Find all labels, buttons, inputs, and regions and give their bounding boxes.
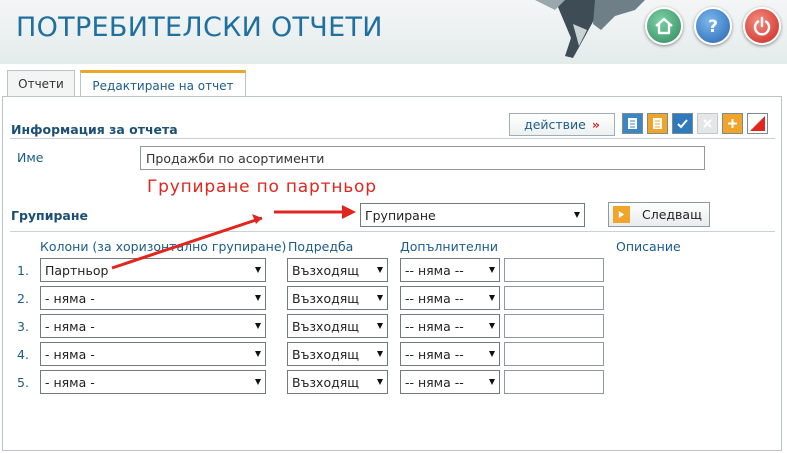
chevron-down-icon — [489, 267, 495, 273]
action-button[interactable]: действие » — [509, 113, 615, 136]
additional-select-value: -- няма -- — [405, 318, 464, 334]
column-select[interactable]: - няма - — [40, 370, 266, 394]
column-select[interactable]: Партньор — [40, 258, 266, 282]
row-number: 4. — [17, 347, 29, 362]
additional-select-value: -- няма -- — [405, 374, 464, 390]
chevron-down-icon — [255, 295, 261, 301]
additional-select-value: -- няма -- — [405, 346, 464, 362]
help-icon: ? — [708, 17, 718, 37]
description-input[interactable] — [504, 342, 604, 366]
grouping-select-value: Групиране — [365, 207, 436, 223]
chevron-down-icon — [377, 295, 383, 301]
bird-logo — [535, 0, 645, 58]
header-description: Описание — [616, 239, 681, 254]
help-button[interactable]: ? — [694, 7, 732, 45]
order-select[interactable]: Възходящ — [287, 286, 388, 310]
toolbar-clear-button[interactable] — [747, 113, 768, 134]
additional-select-value: -- няма -- — [405, 290, 464, 306]
column-select-value: Партньор — [45, 262, 109, 278]
svg-text:?: ? — [708, 17, 718, 37]
next-label: Следващ — [642, 207, 702, 222]
tab-reports[interactable]: Отчети — [7, 70, 75, 97]
power-icon — [753, 16, 771, 36]
power-button[interactable] — [743, 7, 781, 45]
chevron-down-icon — [255, 379, 261, 385]
order-select[interactable]: Възходящ — [287, 342, 388, 366]
row-number: 2. — [17, 291, 29, 306]
add-icon — [728, 119, 737, 128]
toolbar-close-button[interactable] — [697, 113, 718, 134]
order-select-value: Възходящ — [292, 290, 360, 306]
column-select[interactable]: - няма - — [40, 314, 266, 338]
app-header: ПОТРЕБИТЕЛСКИ ОТЧЕТИ ? — [0, 0, 787, 64]
tab-edit-report[interactable]: Редактиране на отчет — [80, 70, 246, 98]
order-select-value: Възходящ — [292, 318, 360, 334]
column-select-value: - няма - — [45, 374, 95, 390]
report-icon — [628, 118, 637, 129]
annotation-text: Групиране по партньор — [147, 177, 377, 197]
additional-select[interactable]: -- няма -- — [400, 314, 500, 338]
description-input[interactable] — [504, 314, 604, 338]
home-icon — [655, 17, 673, 35]
home-button[interactable] — [645, 7, 683, 45]
order-select-value: Възходящ — [292, 374, 360, 390]
chevron-down-icon — [489, 379, 495, 385]
column-select[interactable]: - няма - — [40, 342, 266, 366]
action-arrow: » — [591, 117, 600, 132]
chevron-down-icon — [377, 267, 383, 273]
column-select-value: - няма - — [45, 346, 95, 362]
grouping-label: Групиране — [11, 208, 88, 223]
row-number: 1. — [17, 263, 29, 278]
header-additional: Допълнителни — [400, 239, 498, 254]
row-number: 5. — [17, 375, 29, 390]
chevron-down-icon — [255, 267, 261, 273]
arrow-right-icon — [613, 206, 630, 223]
clear-icon — [750, 116, 765, 131]
name-input[interactable]: Продажби по асортименти — [140, 146, 705, 170]
header-columns: Колони (за хоризонтално групиране) — [40, 239, 287, 254]
report-alt-icon — [653, 118, 662, 129]
chevron-down-icon — [574, 212, 580, 218]
row-number: 3. — [17, 319, 29, 334]
chevron-down-icon — [489, 323, 495, 329]
description-input[interactable] — [504, 286, 604, 310]
order-select[interactable]: Възходящ — [287, 370, 388, 394]
additional-select[interactable]: -- няма -- — [400, 342, 500, 366]
order-select-value: Възходящ — [292, 346, 360, 362]
divider — [10, 231, 775, 232]
toolbar-add-button[interactable] — [722, 113, 743, 134]
description-input[interactable] — [504, 370, 604, 394]
additional-select[interactable]: -- няма -- — [400, 258, 500, 282]
close-icon — [703, 119, 712, 128]
chevron-down-icon — [377, 351, 383, 357]
name-label: Име — [17, 150, 44, 165]
column-select-value: - няма - — [45, 318, 95, 334]
chevron-down-icon — [255, 323, 261, 329]
app-title: ПОТРЕБИТЕЛСКИ ОТЧЕТИ — [16, 12, 383, 43]
divider — [10, 138, 775, 139]
header-order: Подредба — [288, 239, 354, 254]
grouping-select[interactable]: Групиране — [360, 203, 585, 227]
report-info-title: Информация за отчета — [11, 122, 178, 137]
column-select-value: - няма - — [45, 290, 95, 306]
chevron-down-icon — [489, 351, 495, 357]
chevron-down-icon — [377, 323, 383, 329]
order-select-value: Възходящ — [292, 262, 360, 278]
column-select[interactable]: - няма - — [40, 286, 266, 310]
next-button[interactable]: Следващ — [608, 202, 710, 227]
chevron-down-icon — [377, 379, 383, 385]
action-label: действие — [524, 117, 586, 132]
check-icon — [677, 119, 688, 129]
additional-select[interactable]: -- няма -- — [400, 286, 500, 310]
additional-select-value: -- няма -- — [405, 262, 464, 278]
chevron-down-icon — [255, 351, 261, 357]
chevron-down-icon — [489, 295, 495, 301]
description-input[interactable] — [504, 258, 604, 282]
order-select[interactable]: Възходящ — [287, 258, 388, 282]
toolbar-check-button[interactable] — [672, 113, 693, 134]
toolbar-report-alt-button[interactable] — [647, 113, 668, 134]
toolbar-report-button[interactable] — [622, 113, 643, 134]
order-select[interactable]: Възходящ — [287, 314, 388, 338]
additional-select[interactable]: -- няма -- — [400, 370, 500, 394]
